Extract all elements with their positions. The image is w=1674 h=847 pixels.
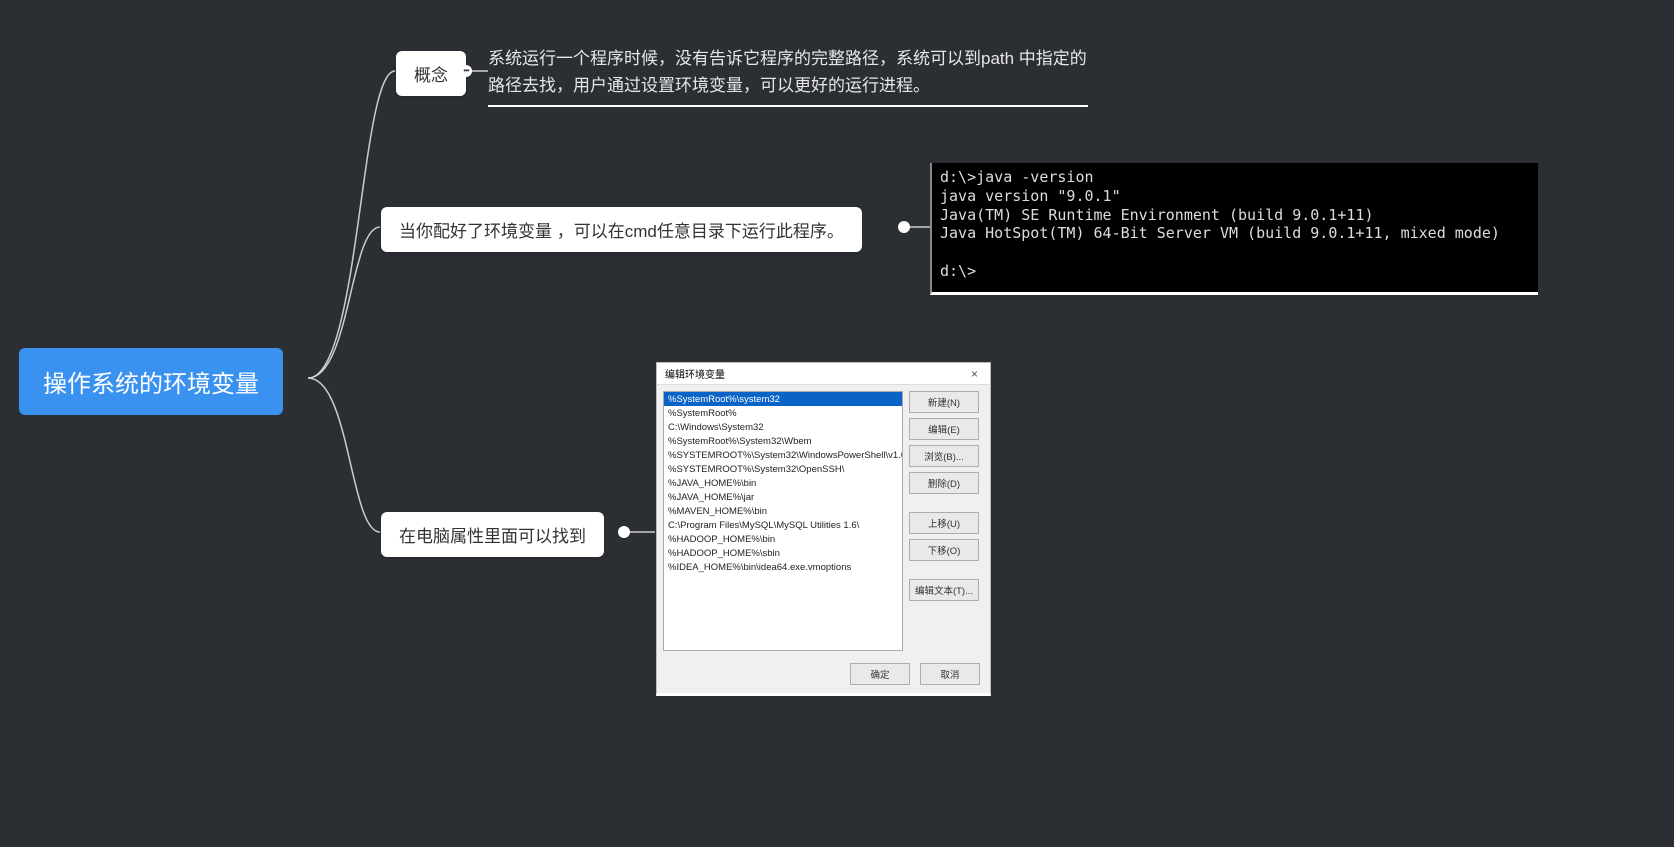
list-item[interactable]: %MAVEN_HOME%\bin bbox=[664, 504, 902, 518]
edit-button[interactable]: 编辑(E) bbox=[909, 418, 979, 440]
delete-button[interactable]: 删除(D) bbox=[909, 472, 979, 494]
expand-dot-icon[interactable] bbox=[618, 526, 630, 538]
movedown-button[interactable]: 下移(O) bbox=[909, 539, 979, 561]
new-button[interactable]: 新建(N) bbox=[909, 391, 979, 413]
cancel-button[interactable]: 取消 bbox=[920, 663, 980, 685]
dialog-titlebar[interactable]: 编辑环境变量 × bbox=[657, 363, 990, 385]
close-icon[interactable]: × bbox=[967, 367, 982, 381]
list-item[interactable]: %JAVA_HOME%\jar bbox=[664, 490, 902, 504]
expand-dot-icon[interactable] bbox=[460, 65, 472, 77]
root-node[interactable]: 操作系统的环境变量 bbox=[19, 348, 283, 415]
list-item[interactable]: %IDEA_HOME%\bin\idea64.exe.vmoptions bbox=[664, 560, 902, 574]
terminal-output: d:\>java -version java version "9.0.1" J… bbox=[930, 163, 1538, 295]
branch-cmd-label: 当你配好了环境变量 ，可以在cmd任意目录下运行此程序。 bbox=[399, 222, 844, 241]
branch-cmd[interactable]: 当你配好了环境变量 ，可以在cmd任意目录下运行此程序。 bbox=[381, 207, 862, 252]
mindmap-canvas[interactable]: 操作系统的环境变量 概念 系统运行一个程序时候，没有告诉它程序的完整路径，系统可… bbox=[0, 0, 1674, 847]
expand-dot-icon[interactable] bbox=[898, 221, 910, 233]
dialog-button-column: 新建(N) 编辑(E) 浏览(B)... 删除(D) 上移(U) 下移(O) 编… bbox=[909, 391, 979, 651]
env-var-dialog: 编辑环境变量 × %SystemRoot%\system32 %SystemRo… bbox=[656, 362, 991, 696]
moveup-button[interactable]: 上移(U) bbox=[909, 512, 979, 534]
list-item[interactable]: %SystemRoot%\System32\Wbem bbox=[664, 434, 902, 448]
list-item[interactable]: %HADOOP_HOME%\sbin bbox=[664, 546, 902, 560]
list-item[interactable]: %JAVA_HOME%\bin bbox=[664, 476, 902, 490]
spacer bbox=[909, 499, 979, 507]
list-item[interactable]: %SystemRoot% bbox=[664, 406, 902, 420]
list-item[interactable]: C:\Windows\System32 bbox=[664, 420, 902, 434]
branch-concept-label: 概念 bbox=[414, 66, 448, 85]
branch-properties[interactable]: 在电脑属性里面可以找到 bbox=[381, 512, 604, 557]
path-listbox[interactable]: %SystemRoot%\system32 %SystemRoot% C:\Wi… bbox=[663, 391, 903, 651]
list-item[interactable]: %SystemRoot%\system32 bbox=[664, 392, 902, 406]
ok-button[interactable]: 确定 bbox=[850, 663, 910, 685]
list-item[interactable]: C:\Program Files\MySQL\MySQL Utilities 1… bbox=[664, 518, 902, 532]
branch-properties-label: 在电脑属性里面可以找到 bbox=[399, 527, 586, 546]
list-item[interactable]: %SYSTEMROOT%\System32\OpenSSH\ bbox=[664, 462, 902, 476]
list-item[interactable]: %HADOOP_HOME%\bin bbox=[664, 532, 902, 546]
root-title: 操作系统的环境变量 bbox=[43, 371, 259, 398]
branch-concept[interactable]: 概念 bbox=[396, 51, 466, 96]
list-item[interactable]: %SYSTEMROOT%\System32\WindowsPowerShell\… bbox=[664, 448, 902, 462]
concept-desc-text: 系统运行一个程序时候，没有告诉它程序的完整路径，系统可以到path 中指定的路径… bbox=[488, 49, 1087, 95]
browse-button[interactable]: 浏览(B)... bbox=[909, 445, 979, 467]
spacer bbox=[909, 566, 979, 574]
edit-text-button[interactable]: 编辑文本(T)... bbox=[909, 579, 979, 601]
concept-desc: 系统运行一个程序时候，没有告诉它程序的完整路径，系统可以到path 中指定的路径… bbox=[488, 45, 1088, 107]
terminal-text: d:\>java -version java version "9.0.1" J… bbox=[940, 168, 1500, 280]
dialog-title: 编辑环境变量 bbox=[665, 366, 725, 381]
dialog-footer: 确定 取消 bbox=[657, 657, 990, 693]
